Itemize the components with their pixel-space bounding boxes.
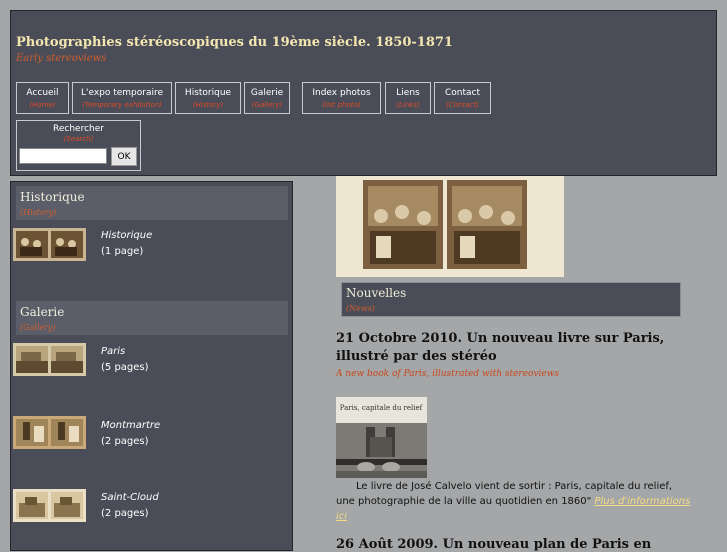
item-page-count: (2 pages) [101, 508, 149, 519]
site-header: Photographies stéréoscopiques du 19ème s… [10, 10, 717, 176]
site-title: Photographies stéréoscopiques du 19ème s… [16, 35, 453, 50]
sidebar-item-montmartre[interactable]: Montmartre [101, 420, 160, 431]
section-title: Galerie [20, 305, 65, 319]
stereoview-image [13, 416, 86, 449]
news-header: Nouvelles (News) [341, 282, 681, 317]
item-page-count: (1 page) [101, 246, 144, 257]
sidebar-item-paris[interactable]: Paris [101, 346, 125, 357]
saint-cloud-thumbnail[interactable] [13, 489, 86, 522]
stereoview-image [13, 489, 86, 522]
nav-links[interactable]: Liens (Links) [385, 82, 431, 114]
stereoview-image [13, 343, 86, 376]
news-subtitle: (News) [346, 304, 375, 313]
section-title: Historique [20, 190, 85, 204]
nav-sublabel: (Temporary exhibition) [82, 101, 162, 109]
nav-temporary-exhibition[interactable]: L'expo temporaire (Temporary exhibition) [72, 82, 172, 114]
nav-photo-index[interactable]: Index photos (list photo) [302, 82, 381, 114]
nav-label: Historique [184, 88, 232, 98]
nav-label: Accueil [26, 88, 59, 98]
nav-gallery[interactable]: Galerie (Gallery) [244, 82, 290, 114]
search-ok-button[interactable]: OK [111, 147, 137, 166]
section-subtitle: (Gallery) [20, 323, 56, 332]
article-title: 21 Octobre 2010. Un nouveau livre sur Pa… [336, 331, 665, 364]
nav-label: Contact [444, 88, 480, 98]
sidebar-item-historique[interactable]: Historique [101, 230, 152, 241]
search-input[interactable] [19, 148, 107, 164]
paris-thumbnail[interactable] [13, 343, 86, 376]
item-page-count: (5 pages) [101, 362, 149, 373]
nav-sublabel: (Links) [396, 101, 420, 109]
search-sublabel: (Search) [63, 135, 94, 143]
section-subtitle: (History) [20, 208, 57, 217]
book-cover[interactable]: Paris, capitale du relief [336, 397, 427, 478]
section-history-header: Historique (History) [16, 186, 288, 220]
nav-sublabel: (Gallery) [251, 101, 283, 109]
section-gallery-header: Galerie (Gallery) [16, 301, 288, 335]
nav-sublabel: (list photo) [322, 101, 361, 109]
nav-sublabel: (Contact) [446, 101, 479, 109]
nav-contact[interactable]: Contact (Contact) [434, 82, 491, 114]
sidebar: Historique (History) Historique (1 page)… [10, 181, 293, 551]
history-thumbnail[interactable] [13, 228, 86, 261]
search-panel: Rechercher (Search) OK [16, 120, 141, 171]
book-cover-title: Paris, capitale du relief [340, 404, 424, 412]
article-subtitle: A new book of Paris, illustrated with st… [336, 369, 560, 379]
sidebar-item-saint-cloud[interactable]: Saint-Cloud [101, 492, 159, 503]
stereoview-image [13, 228, 86, 261]
nav-label: Liens [396, 88, 420, 98]
nav-history[interactable]: Historique (History) [175, 82, 241, 114]
book-cover-image: Paris, capitale du relief [336, 397, 427, 478]
featured-stereoview-image [336, 176, 564, 277]
search-label: Rechercher [53, 124, 104, 134]
nav-label: Index photos [312, 88, 371, 98]
nav-label: Galerie [250, 88, 284, 98]
nav-sublabel: (Home) [29, 101, 56, 109]
montmartre-thumbnail[interactable] [13, 416, 86, 449]
nav-label: L'expo temporaire [80, 88, 164, 98]
article-body: Le livre de José Calvelo vient de sortir… [336, 479, 692, 524]
item-page-count: (2 pages) [101, 436, 149, 447]
nav-sublabel: (History) [192, 101, 224, 109]
nav-home[interactable]: Accueil (Home) [16, 82, 69, 114]
site-subtitle: Early stereoviews [16, 53, 107, 64]
featured-stereoview [336, 176, 564, 277]
news-title: Nouvelles [346, 286, 407, 300]
